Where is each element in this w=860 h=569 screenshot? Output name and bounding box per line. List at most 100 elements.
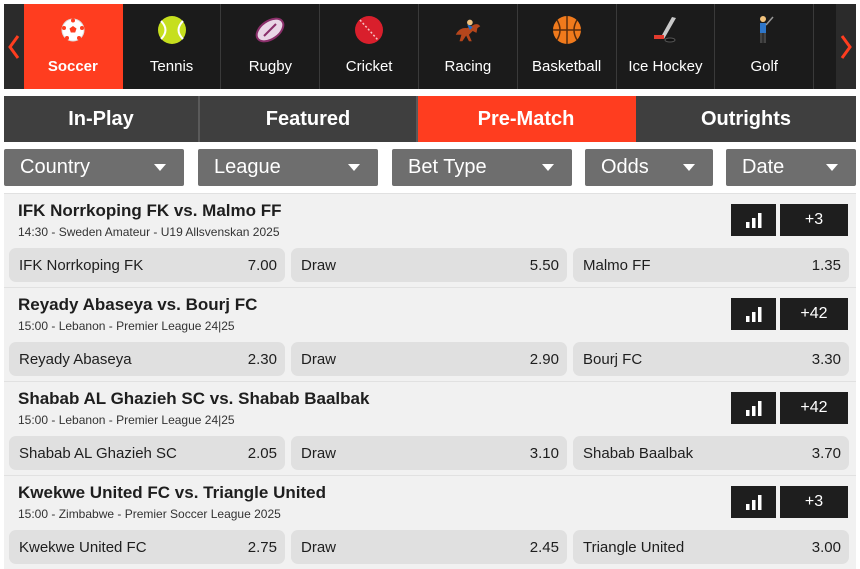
odds-home-button[interactable]: Kwekwe United FC 2.75 xyxy=(9,530,285,564)
sport-label: Cricket xyxy=(345,58,393,75)
ice-hockey-icon xyxy=(649,14,681,46)
odds-label: Kwekwe United FC xyxy=(19,538,147,556)
odds-label: Malmo FF xyxy=(583,256,651,274)
bar-chart-icon xyxy=(745,401,761,416)
odds-away-button[interactable]: Malmo FF 1.35 xyxy=(573,248,849,282)
sport-tab-golf[interactable]: Golf xyxy=(715,4,815,89)
odds-label: Shabab AL Ghazieh SC xyxy=(19,444,177,462)
odds-label: Draw xyxy=(301,444,337,462)
match-info: 14:30 - Sweden Amateur - U19 Allsvenskan… xyxy=(18,225,280,239)
filter-bar: Country League Bet Type Odds Date xyxy=(4,149,856,186)
tab-featured[interactable]: Featured xyxy=(200,96,418,142)
sport-tab-cricket[interactable]: Cricket xyxy=(320,4,420,89)
stats-button[interactable] xyxy=(731,392,776,424)
caret-down-icon xyxy=(154,164,166,171)
odds-draw-button[interactable]: Draw 2.90 xyxy=(291,342,567,376)
odds-label: Reyady Abaseya xyxy=(19,350,132,368)
odds-away-button[interactable]: Bourj FC 3.30 xyxy=(573,342,849,376)
league-dropdown[interactable]: League xyxy=(198,149,378,186)
rugby-ball-icon xyxy=(254,14,286,46)
horse-racing-icon xyxy=(452,14,484,46)
odds-label: IFK Norrkoping FK xyxy=(19,256,144,274)
odds-label: Triangle United xyxy=(583,538,685,556)
match-title[interactable]: Shabab AL Ghazieh SC vs. Shabab Baalbak xyxy=(18,389,369,409)
bet-type-dropdown[interactable]: Bet Type xyxy=(392,149,572,186)
sport-label: Racing xyxy=(444,58,492,75)
tab-in-play[interactable]: In-Play xyxy=(4,96,200,142)
match-card: IFK Norrkoping FK vs. Malmo FF 14:30 - S… xyxy=(4,193,856,287)
match-title[interactable]: IFK Norrkoping FK vs. Malmo FF xyxy=(18,201,282,221)
odds-value: 3.10 xyxy=(529,444,559,462)
golfer-icon xyxy=(748,14,780,46)
stats-button[interactable] xyxy=(731,204,776,236)
soccer-ball-icon xyxy=(57,14,89,46)
odds-away-button[interactable]: Triangle United 3.00 xyxy=(573,530,849,564)
match-card: Shabab AL Ghazieh SC vs. Shabab Baalbak … xyxy=(4,381,856,475)
sport-tab-basketball[interactable]: Basketball xyxy=(518,4,617,89)
filter-label: Odds xyxy=(601,156,649,178)
tab-outrights[interactable]: Outrights xyxy=(636,96,856,142)
scroll-left-arrow[interactable] xyxy=(4,4,24,89)
tennis-ball-icon xyxy=(156,14,188,46)
bar-chart-icon xyxy=(745,307,761,322)
sport-tab-tennis[interactable]: Tennis xyxy=(123,4,222,89)
odds-draw-button[interactable]: Draw 5.50 xyxy=(291,248,567,282)
sports-nav-bar: Soccer Tennis Rugby Cricket Racing Baske… xyxy=(4,4,856,89)
odds-draw-button[interactable]: Draw 2.45 xyxy=(291,530,567,564)
stats-button[interactable] xyxy=(731,486,776,518)
odds-dropdown[interactable]: Odds xyxy=(585,149,713,186)
odds-home-button[interactable]: Reyady Abaseya 2.30 xyxy=(9,342,285,376)
odds-value: 3.00 xyxy=(811,538,841,556)
more-markets-button[interactable]: +42 xyxy=(780,392,848,424)
odds-value: 3.70 xyxy=(811,444,841,462)
match-card: Reyady Abaseya vs. Bourj FC 15:00 - Leba… xyxy=(4,287,856,381)
odds-away-button[interactable]: Shabab Baalbak 3.70 xyxy=(573,436,849,470)
filter-label: Date xyxy=(742,156,785,178)
odds-label: Draw xyxy=(301,256,337,274)
odds-home-button[interactable]: Shabab AL Ghazieh SC 2.05 xyxy=(9,436,285,470)
country-dropdown[interactable]: Country xyxy=(4,149,184,186)
match-info: 15:00 - Zimbabwe - Premier Soccer League… xyxy=(18,507,281,521)
more-markets-button[interactable]: +3 xyxy=(780,204,848,236)
odds-value: 2.45 xyxy=(529,538,559,556)
odds-value: 1.35 xyxy=(811,256,841,274)
sport-tab-racing[interactable]: Racing xyxy=(419,4,518,89)
odds-value: 3.30 xyxy=(811,350,841,368)
caret-down-icon xyxy=(683,164,695,171)
sport-tab-soccer[interactable]: Soccer xyxy=(23,4,123,89)
odds-draw-button[interactable]: Draw 3.10 xyxy=(291,436,567,470)
sport-tab-ice-hockey[interactable]: Ice Hockey xyxy=(617,4,716,89)
sport-label: Golf xyxy=(750,58,778,75)
match-title[interactable]: Reyady Abaseya vs. Bourj FC xyxy=(18,295,257,315)
odds-label: Bourj FC xyxy=(583,350,643,368)
odds-label: Draw xyxy=(301,538,337,556)
bar-chart-icon xyxy=(745,495,761,510)
chevron-right-icon xyxy=(840,34,852,59)
odds-value: 7.00 xyxy=(247,256,277,274)
odds-value: 2.75 xyxy=(247,538,277,556)
scroll-right-arrow[interactable] xyxy=(836,4,856,89)
match-info: 15:00 - Lebanon - Premier League 24|25 xyxy=(18,319,235,333)
sport-label: Basketball xyxy=(532,58,602,75)
match-info: 15:00 - Lebanon - Premier League 24|25 xyxy=(18,413,235,427)
match-card: Kwekwe United FC vs. Triangle United 15:… xyxy=(4,475,856,569)
odds-home-button[interactable]: IFK Norrkoping FK 7.00 xyxy=(9,248,285,282)
market-tabs: In-Play Featured Pre-Match Outrights xyxy=(4,96,856,142)
more-markets-button[interactable]: +3 xyxy=(780,486,848,518)
stats-button[interactable] xyxy=(731,298,776,330)
sport-label: Ice Hockey xyxy=(628,58,703,75)
odds-value: 2.30 xyxy=(247,350,277,368)
tab-pre-match[interactable]: Pre-Match xyxy=(418,96,636,142)
sport-tab-rugby[interactable]: Rugby xyxy=(221,4,321,89)
filter-label: League xyxy=(214,156,281,178)
caret-down-icon xyxy=(542,164,554,171)
odds-label: Shabab Baalbak xyxy=(583,444,694,462)
sports-bar-overflow xyxy=(814,4,837,89)
match-title[interactable]: Kwekwe United FC vs. Triangle United xyxy=(18,483,326,503)
odds-label: Draw xyxy=(301,350,337,368)
more-markets-button[interactable]: +42 xyxy=(780,298,848,330)
bar-chart-icon xyxy=(745,213,761,228)
date-dropdown[interactable]: Date xyxy=(726,149,856,186)
sport-label: Rugby xyxy=(248,58,293,75)
caret-down-icon xyxy=(826,164,838,171)
